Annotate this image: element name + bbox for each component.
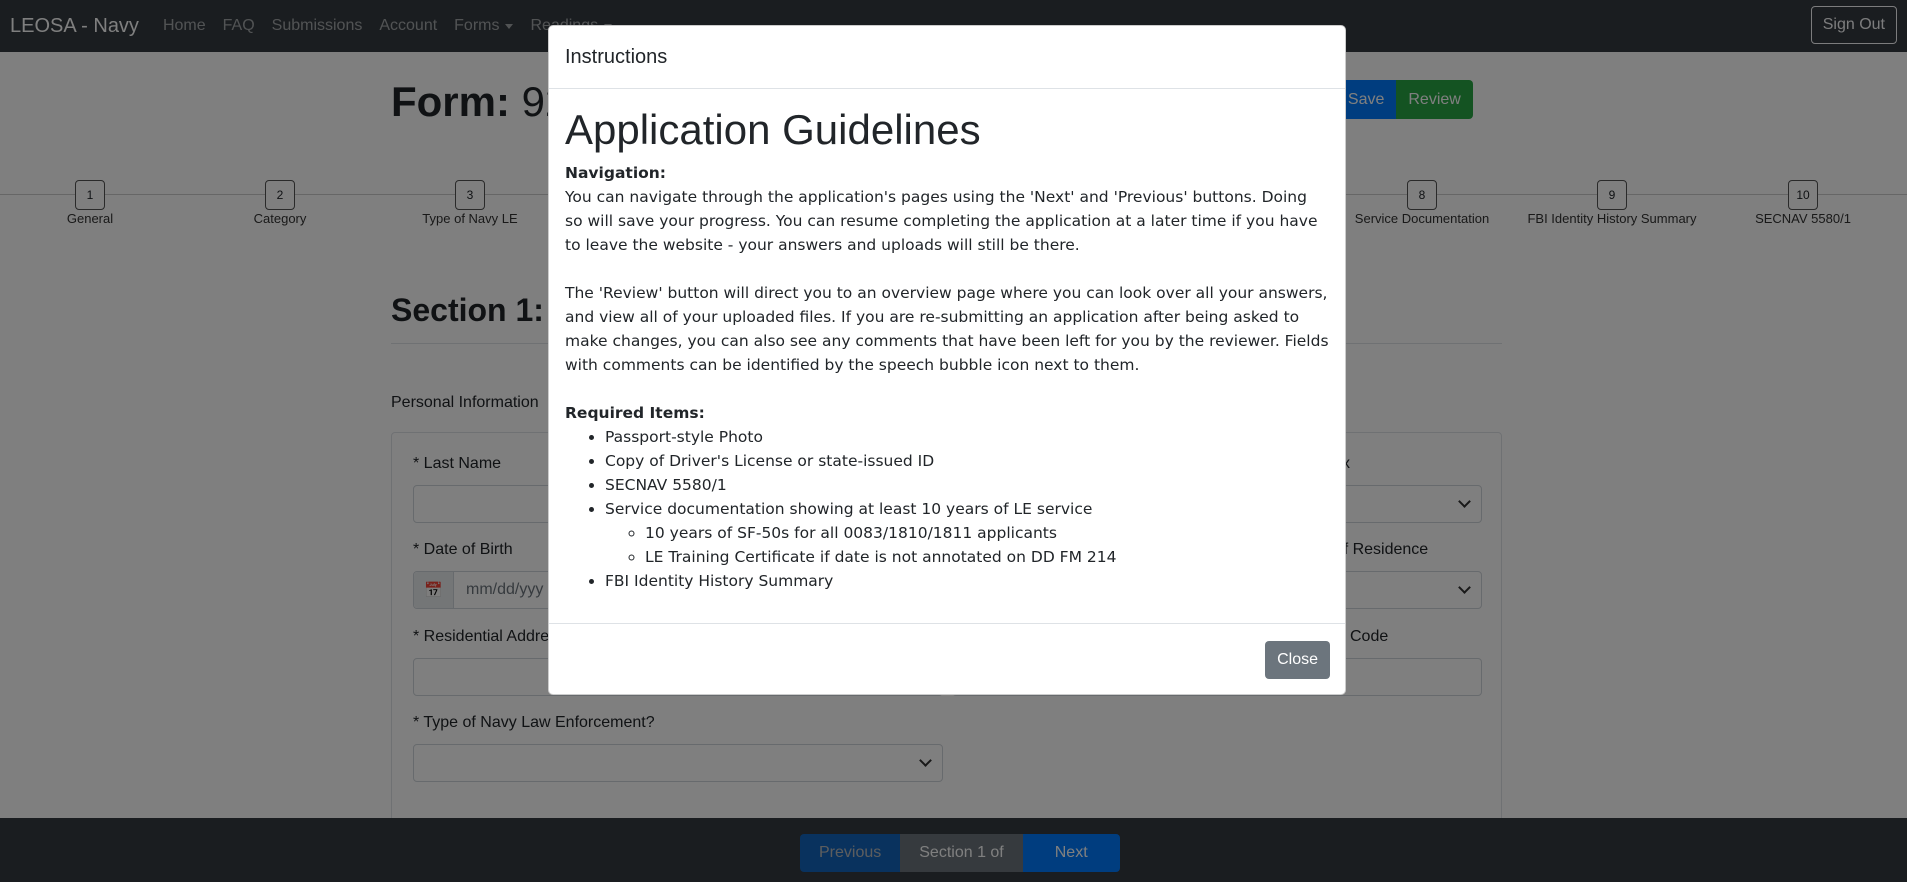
- list-item: LE Training Certificate if date is not a…: [645, 545, 1329, 569]
- modal-body: Application Guidelines Navigation: You c…: [549, 89, 1345, 609]
- list-item: Passport-style Photo: [605, 425, 1329, 449]
- close-button[interactable]: Close: [1265, 641, 1330, 679]
- list-item: 10 years of SF-50s for all 0083/1810/181…: [645, 521, 1329, 545]
- list-item: Copy of Driver's License or state-issued…: [605, 449, 1329, 473]
- navigation-heading: Navigation:: [565, 164, 667, 182]
- list-item: Service documentation showing at least 1…: [605, 497, 1329, 569]
- navigation-paragraph-2: The 'Review' button will direct you to a…: [565, 284, 1329, 374]
- navigation-paragraph-1: You can navigate through the application…: [565, 188, 1318, 254]
- list-item: SECNAV 5580/1: [605, 473, 1329, 497]
- required-items-list: Passport-style Photo Copy of Driver's Li…: [605, 425, 1329, 593]
- list-item: FBI Identity History Summary: [605, 569, 1329, 593]
- list-item-text: Service documentation showing at least 1…: [605, 500, 1093, 518]
- required-items-heading: Required Items:: [565, 404, 705, 422]
- modal-footer: Close: [549, 623, 1345, 694]
- required-subitems-list: 10 years of SF-50s for all 0083/1810/181…: [645, 521, 1329, 569]
- instructions-modal: Instructions Application Guidelines Navi…: [548, 25, 1346, 695]
- guidelines-heading: Application Guidelines: [565, 106, 981, 153]
- modal-header: Instructions: [549, 26, 1345, 89]
- modal-title: Instructions: [565, 45, 668, 68]
